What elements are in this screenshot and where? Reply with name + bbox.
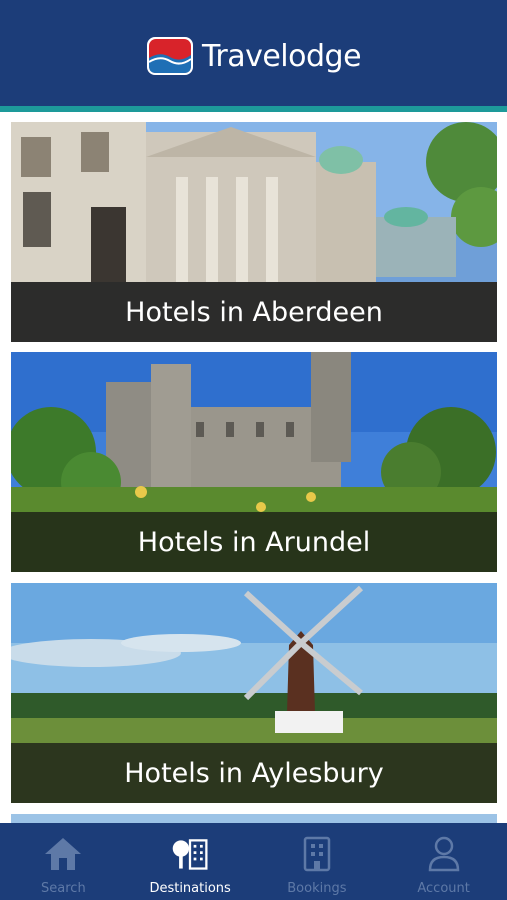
home-icon bbox=[43, 835, 83, 873]
destination-card-arundel[interactable]: Hotels in Arundel bbox=[11, 352, 497, 572]
person-icon bbox=[424, 835, 464, 873]
destination-label: Hotels in Aberdeen bbox=[11, 282, 497, 342]
destination-label: Hotels in Arundel bbox=[11, 512, 497, 572]
brand: Travelodge bbox=[0, 34, 507, 78]
destination-card-partial[interactable] bbox=[11, 814, 497, 823]
tab-label: Account bbox=[417, 881, 470, 896]
tab-bookings[interactable]: Bookings bbox=[254, 823, 381, 900]
destination-card-aylesbury[interactable]: Hotels in Aylesbury bbox=[11, 583, 497, 803]
building-icon bbox=[297, 835, 337, 873]
destination-card-aberdeen[interactable]: Hotels in Aberdeen bbox=[11, 122, 497, 342]
tab-label: Bookings bbox=[287, 881, 347, 896]
tab-account[interactable]: Account bbox=[380, 823, 507, 900]
destinations-list[interactable]: Hotels in Aberdeen Hotels in Arundel Hot… bbox=[0, 112, 507, 823]
travelodge-logo bbox=[146, 37, 193, 75]
partial-photo bbox=[11, 814, 497, 823]
tab-destinations[interactable]: Destinations bbox=[127, 823, 254, 900]
brand-name: Travelodge bbox=[201, 38, 362, 74]
tab-label: Destinations bbox=[149, 881, 231, 896]
bottom-tab-bar: Search Destinations Bookings Account bbox=[0, 823, 507, 900]
tab-search[interactable]: Search bbox=[0, 823, 127, 900]
destination-label: Hotels in Aylesbury bbox=[11, 743, 497, 803]
destinations-icon bbox=[170, 835, 210, 873]
app-header: Travelodge bbox=[0, 0, 507, 106]
tab-label: Search bbox=[41, 881, 86, 896]
